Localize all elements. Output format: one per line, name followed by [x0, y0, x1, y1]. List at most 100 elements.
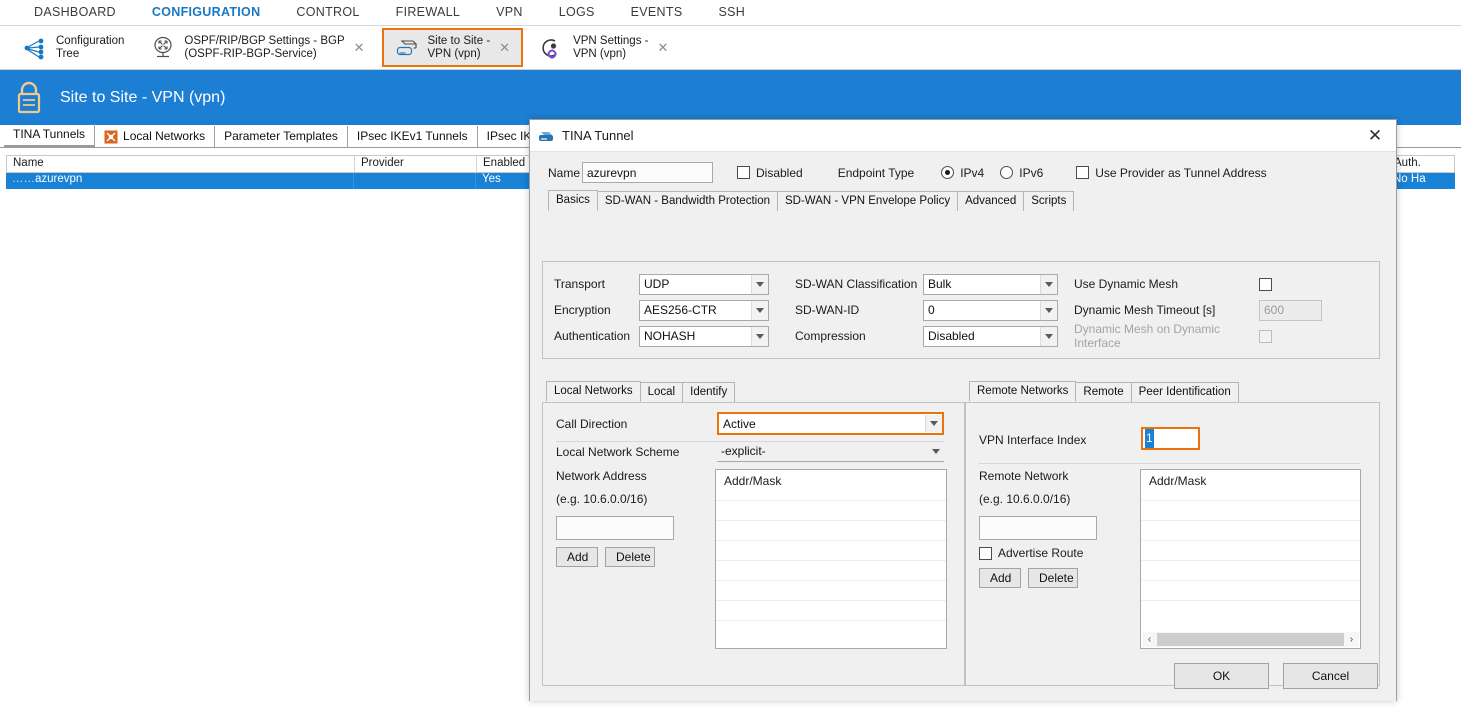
- chevron-down-icon[interactable]: [1040, 326, 1057, 346]
- use-provider-checkbox[interactable]: [1076, 166, 1090, 179]
- doctab-configuration-tree[interactable]: Configuration Tree: [10, 28, 134, 67]
- menu-item-vpn[interactable]: VPN: [478, 0, 541, 25]
- column-header-provider[interactable]: Provider: [355, 156, 477, 172]
- transport-select[interactable]: UDP: [639, 273, 769, 295]
- panel-tab-local-networks[interactable]: Local Networks: [546, 381, 641, 402]
- doctab-line2: Tree: [56, 47, 80, 60]
- local-add-button[interactable]: Add: [556, 547, 598, 567]
- chevron-down-icon[interactable]: [1040, 300, 1057, 320]
- doctab-ospf-rip-bgp-settings[interactable]: OSPF/RIP/BGP Settings - BGP (OSPF-RIP-BG…: [138, 28, 377, 67]
- use-dynamic-mesh-checkbox[interactable]: [1259, 277, 1272, 291]
- menu-item-logs[interactable]: LOGS: [541, 0, 613, 25]
- encryption-select[interactable]: AES256-CTR: [639, 299, 769, 321]
- list-row[interactable]: [716, 620, 946, 640]
- horizontal-scrollbar[interactable]: ‹ ›: [1142, 632, 1359, 647]
- remote-networks-panel: Remote Networks Remote Peer Identificati…: [965, 381, 1380, 686]
- doctab-close-icon[interactable]: ✕: [351, 41, 368, 54]
- tab-label: Local Networks: [123, 129, 206, 143]
- chevron-down-icon[interactable]: [1040, 274, 1057, 294]
- tab-tina-tunnels[interactable]: TINA Tunnels: [4, 124, 96, 147]
- dialog-tab-sdwan-bandwidth-protection[interactable]: SD-WAN - Bandwidth Protection: [596, 191, 778, 211]
- panel-tab-local[interactable]: Local: [639, 382, 684, 402]
- chevron-down-icon[interactable]: [751, 274, 768, 294]
- network-address-input[interactable]: [556, 516, 674, 540]
- ipv6-radio[interactable]: [1000, 166, 1014, 179]
- disabled-checkbox[interactable]: [737, 166, 750, 179]
- list-row[interactable]: [1141, 600, 1360, 620]
- tab-ipsec-ikev1-tunnels[interactable]: IPsec IKEv1 Tunnels: [348, 126, 478, 147]
- advertise-route-wrap[interactable]: Advertise Route: [979, 546, 1083, 560]
- chevron-down-icon[interactable]: [751, 326, 768, 346]
- list-row[interactable]: [716, 600, 946, 620]
- dynamic-mesh-timeout-input[interactable]: [1259, 299, 1322, 321]
- cancel-button[interactable]: Cancel: [1283, 663, 1378, 689]
- scrollbar-thumb[interactable]: [1157, 633, 1344, 646]
- remote-delete-button[interactable]: Delete: [1028, 568, 1078, 588]
- close-icon[interactable]: ✕: [1354, 120, 1396, 151]
- remote-networks-list[interactable]: Addr/Mask ‹ ›: [1140, 469, 1361, 649]
- dialog-footer: OK Cancel: [1174, 663, 1378, 689]
- authentication-select[interactable]: NOHASH: [639, 325, 769, 347]
- list-row[interactable]: [716, 540, 946, 560]
- menu-item-control[interactable]: CONTROL: [278, 0, 377, 25]
- menu-item-events[interactable]: EVENTS: [613, 0, 701, 25]
- doctab-site-to-site-vpn[interactable]: Site to Site - VPN (vpn) ✕: [381, 28, 524, 67]
- local-list-header: Addr/Mask: [724, 474, 782, 488]
- list-row[interactable]: [1141, 540, 1360, 560]
- authentication-row: Authentication NOHASH: [554, 323, 769, 349]
- dialog-tab-scripts[interactable]: Scripts: [1023, 191, 1075, 211]
- local-networks-list[interactable]: Addr/Mask: [715, 469, 947, 649]
- doctab-close-icon[interactable]: ✕: [496, 41, 513, 54]
- tab-parameter-templates[interactable]: Parameter Templates: [215, 126, 348, 147]
- name-input[interactable]: [582, 162, 713, 183]
- vpn-interface-index-field[interactable]: 1: [1141, 427, 1200, 450]
- compression-value: Disabled: [928, 329, 975, 343]
- menu-item-configuration[interactable]: CONFIGURATION: [134, 0, 279, 25]
- list-row[interactable]: [1141, 520, 1360, 540]
- column-header-name[interactable]: Name: [7, 156, 355, 172]
- list-row[interactable]: [716, 560, 946, 580]
- menu-item-ssh[interactable]: SSH: [700, 0, 763, 25]
- chevron-down-icon[interactable]: [927, 442, 944, 461]
- endpoint-ipv6-radio-wrap[interactable]: IPv6: [1000, 166, 1043, 180]
- menu-item-dashboard[interactable]: DASHBOARD: [16, 0, 134, 25]
- sdwan-classification-select[interactable]: Bulk: [923, 273, 1058, 295]
- ipv4-radio[interactable]: [941, 166, 955, 179]
- doctab-close-icon[interactable]: ✕: [654, 41, 671, 54]
- menu-item-firewall[interactable]: FIREWALL: [378, 0, 478, 25]
- use-provider-checkbox-wrap[interactable]: Use Provider as Tunnel Address: [1076, 166, 1267, 180]
- list-row[interactable]: [1141, 580, 1360, 600]
- list-row[interactable]: [716, 520, 946, 540]
- endpoint-ipv4-radio-wrap[interactable]: IPv4: [941, 166, 984, 180]
- compression-select[interactable]: Disabled: [923, 325, 1058, 347]
- dialog-tab-advanced[interactable]: Advanced: [957, 191, 1025, 211]
- ok-button[interactable]: OK: [1174, 663, 1269, 689]
- remote-network-input[interactable]: [979, 516, 1097, 540]
- sdwan-id-select[interactable]: 0: [923, 299, 1058, 321]
- scroll-right-icon[interactable]: ›: [1344, 634, 1359, 645]
- panel-tab-identify[interactable]: Identify: [682, 382, 736, 402]
- list-row[interactable]: [716, 500, 946, 520]
- encryption-row: Encryption AES256-CTR: [554, 297, 769, 323]
- list-row[interactable]: [1141, 500, 1360, 520]
- chevron-down-icon[interactable]: [925, 415, 942, 432]
- panel-tab-remote-networks[interactable]: Remote Networks: [969, 381, 1077, 402]
- remote-add-button[interactable]: Add: [979, 568, 1021, 588]
- chevron-down-icon[interactable]: [751, 300, 768, 320]
- doctab-line1: Site to Site -: [427, 34, 491, 47]
- dialog-tab-basics[interactable]: Basics: [548, 190, 598, 211]
- scroll-left-icon[interactable]: ‹: [1142, 634, 1157, 645]
- advertise-route-checkbox[interactable]: [979, 546, 992, 560]
- list-row[interactable]: [716, 580, 946, 600]
- panel-tab-peer-identification[interactable]: Peer Identification: [1130, 382, 1239, 402]
- tab-local-networks[interactable]: Local Networks: [95, 126, 216, 147]
- local-network-scheme-select[interactable]: -explicit-: [717, 441, 944, 462]
- list-row[interactable]: [1141, 560, 1360, 580]
- dialog-tab-sdwan-vpn-envelope-policy[interactable]: SD-WAN - VPN Envelope Policy: [776, 191, 959, 211]
- column-header-auth[interactable]: Auth.: [1388, 156, 1448, 172]
- panel-tab-remote[interactable]: Remote: [1075, 382, 1132, 402]
- disabled-checkbox-wrap[interactable]: Disabled: [737, 166, 803, 180]
- call-direction-select[interactable]: Active: [717, 412, 944, 435]
- local-delete-button[interactable]: Delete: [605, 547, 655, 567]
- doctab-vpn-settings[interactable]: VPN Settings - VPN (vpn) ✕: [527, 28, 681, 67]
